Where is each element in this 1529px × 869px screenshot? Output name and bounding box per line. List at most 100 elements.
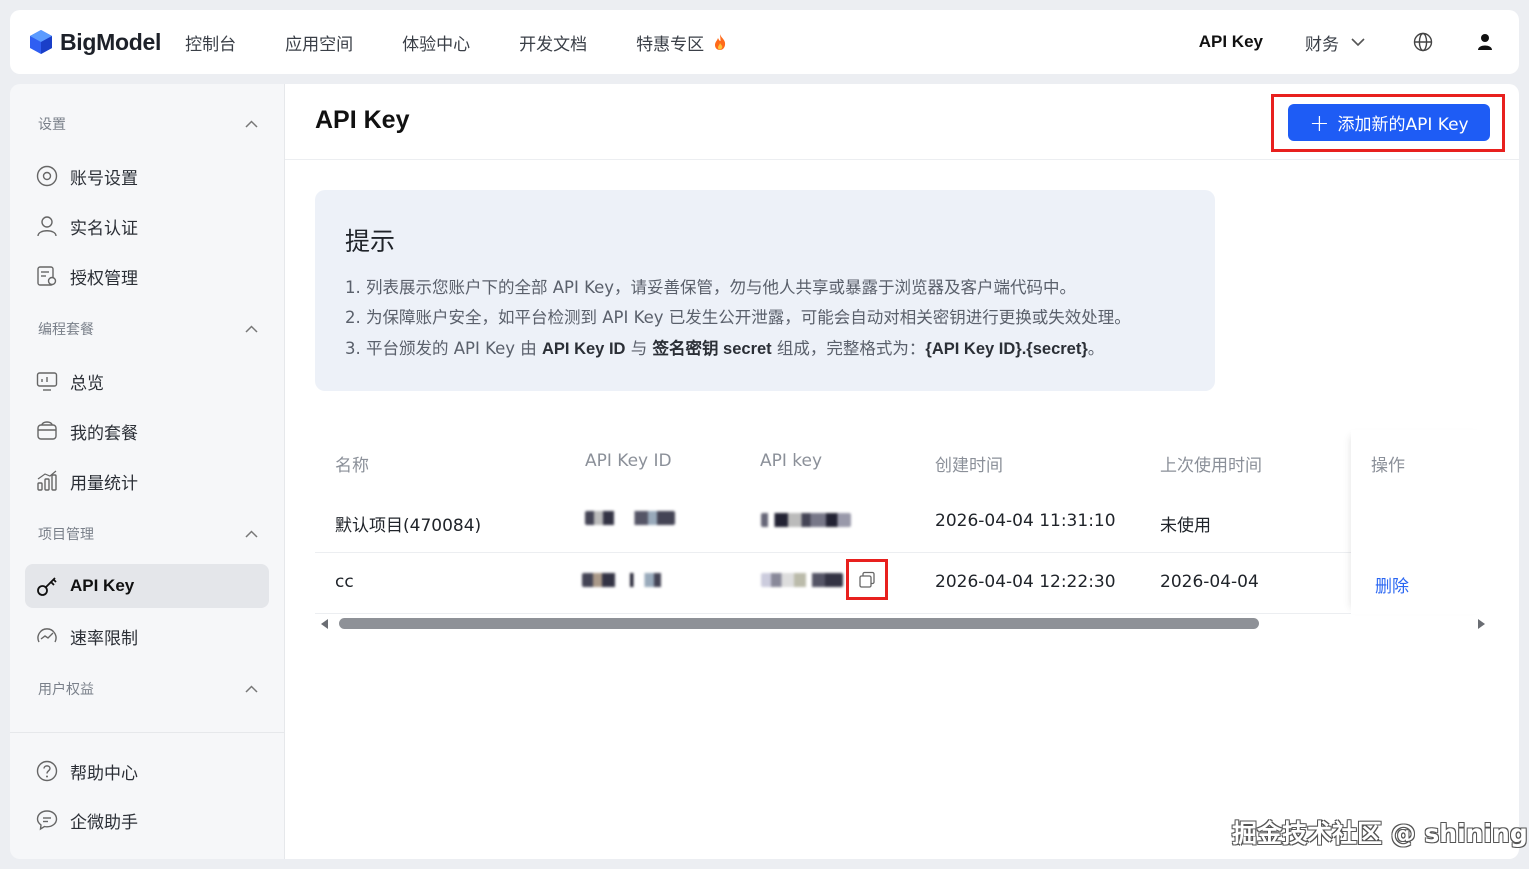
chevron-up-icon	[245, 530, 258, 538]
brand-name: BigModel	[60, 28, 162, 55]
nav-finance-label: 财务	[1305, 34, 1339, 55]
column-header-last-used: 上次使用时间	[1160, 456, 1262, 476]
sidebar-item-label: 我的套餐	[70, 423, 138, 444]
sidebar-item-label: 企微助手	[70, 812, 138, 833]
key-icon	[36, 575, 58, 597]
tip-panel: 提示 1. 列表展示您账户下的全部 API Key，请妥善保管，勿与他人共享或暴…	[315, 190, 1215, 391]
tip-text: 组成，完整格式为：	[771, 339, 926, 358]
row-name: 默认项目(470084)	[335, 516, 482, 536]
row-created-time: 2026-04-04 11:31:10	[935, 511, 1116, 531]
column-header-api-key: API key	[760, 451, 823, 471]
watermark: 掘金技术社区 @ shining	[1232, 819, 1528, 848]
nav-special-offers-label: 特惠专区	[636, 34, 705, 55]
nav-app-space[interactable]: 应用空间	[285, 30, 353, 55]
chat-icon	[36, 809, 58, 831]
column-header-created-time: 创建时间	[935, 456, 1003, 476]
settings-icon	[36, 165, 58, 187]
row-last-used: 2026-04-04	[1160, 572, 1259, 592]
bigmodel-logo-icon	[30, 30, 52, 54]
sidebar-section-title: 用户权益	[38, 682, 94, 698]
sidebar-item-usage-stats[interactable]: 用量统计	[25, 459, 269, 503]
sidebar: 设置 账号设置 实名认证 授权管理 编程套餐 总览 我的套餐 用量统计 项目管理…	[10, 84, 285, 859]
sidebar-divider	[10, 732, 284, 733]
chevron-down-icon	[1351, 37, 1365, 46]
nav-api-key[interactable]: API Key	[1199, 32, 1263, 52]
document-icon	[36, 265, 58, 287]
sidebar-item-label: 速率限制	[70, 628, 138, 649]
sidebar-item-label: 总览	[70, 373, 104, 394]
add-api-key-label: 添加新的API Key	[1337, 115, 1469, 135]
nav-dev-docs[interactable]: 开发文档	[519, 30, 587, 55]
sidebar-item-my-plan[interactable]: 我的套餐	[25, 409, 269, 453]
tip-bold: secret	[718, 340, 772, 358]
row-created-time: 2026-04-04 12:22:30	[935, 572, 1116, 592]
sidebar-section-title: 项目管理	[38, 527, 94, 543]
tip-text: 3. 平台颁发的 API Key 由	[345, 339, 542, 358]
sidebar-item-label: 实名认证	[70, 218, 138, 239]
sidebar-section-user-benefits[interactable]: 用户权益	[38, 679, 258, 699]
chevron-up-icon	[245, 325, 258, 333]
sidebar-item-account-settings[interactable]: 账号设置	[25, 154, 269, 198]
copy-button[interactable]	[846, 559, 888, 600]
main-panel: API Key + 添加新的API Key 提示 1. 列表展示您账户下的全部 …	[285, 84, 1519, 859]
horizontal-scrollbar[interactable]	[319, 618, 1489, 630]
tip-line-3: 3. 平台颁发的 API Key 由 API Key ID 与 签名密钥 sec…	[345, 335, 1104, 359]
sidebar-section-settings[interactable]: 设置	[38, 114, 258, 134]
nav-experience-center[interactable]: 体验中心	[402, 30, 470, 55]
nav-console[interactable]: 控制台	[185, 30, 236, 55]
globe-icon[interactable]	[1413, 32, 1433, 52]
monitor-icon	[36, 370, 58, 392]
chevron-up-icon	[245, 120, 258, 128]
tip-bold: .{secret}	[1021, 340, 1088, 358]
sidebar-item-authorization[interactable]: 授权管理	[25, 254, 269, 298]
sidebar-section-coding-plan[interactable]: 编程套餐	[38, 319, 258, 339]
column-header-actions: 操作	[1371, 456, 1405, 476]
scroll-left-arrow-icon[interactable]	[321, 619, 328, 629]
sidebar-item-api-key[interactable]: API Key	[25, 564, 269, 608]
package-icon	[36, 420, 58, 442]
tip-bold: {API Key ID}	[925, 340, 1022, 358]
row-last-used: 未使用	[1160, 516, 1211, 536]
sidebar-section-project-mgmt[interactable]: 项目管理	[38, 524, 258, 544]
sidebar-item-rate-limit[interactable]: 速率限制	[25, 614, 269, 658]
scroll-right-arrow-icon[interactable]	[1478, 619, 1485, 629]
delete-link[interactable]: 删除	[1375, 572, 1409, 597]
tip-line-1: 1. 列表展示您账户下的全部 API Key，请妥善保管，勿与他人共享或暴露于浏…	[345, 278, 1076, 297]
add-api-key-button[interactable]: + 添加新的API Key	[1288, 104, 1490, 141]
tip-line-2: 2. 为保障账户安全，如平台检测到 API Key 已发生公开泄露，可能会自动对…	[345, 308, 1131, 327]
sidebar-section-title: 编程套餐	[38, 322, 94, 338]
row-name: cc	[335, 572, 354, 592]
sidebar-section-title: 设置	[38, 117, 66, 133]
action-column: 操作 删除	[1351, 430, 1489, 614]
column-header-name: 名称	[335, 456, 369, 476]
tip-bold: 签名密钥	[652, 340, 719, 358]
fire-icon	[715, 34, 726, 50]
nav-finance-dropdown[interactable]: 财务	[1305, 30, 1365, 55]
chevron-up-icon	[245, 685, 258, 693]
sidebar-item-overview[interactable]: 总览	[25, 359, 269, 403]
masked-api-key	[761, 513, 851, 527]
row-divider	[315, 552, 1489, 553]
sidebar-item-label: 帮助中心	[70, 763, 138, 784]
sidebar-item-help-center[interactable]: 帮助中心	[25, 749, 269, 793]
nav-special-offers[interactable]: 特惠专区	[636, 30, 728, 55]
plus-icon: +	[1309, 108, 1330, 137]
speed-icon	[36, 625, 58, 647]
sidebar-item-wecom-assistant[interactable]: 企微助手	[25, 798, 269, 842]
tip-text: 。	[1087, 339, 1105, 358]
tip-bold: API Key ID	[542, 340, 626, 358]
sidebar-item-label: 用量统计	[70, 473, 138, 494]
brand-logo[interactable]: BigModel	[28, 29, 161, 56]
sidebar-item-verification[interactable]: 实名认证	[25, 204, 269, 248]
copy-icon	[859, 571, 875, 588]
header-divider	[285, 159, 1519, 160]
bar-chart-icon	[36, 470, 58, 492]
masked-api-key-id	[585, 511, 675, 525]
tip-text: 与	[625, 339, 653, 358]
masked-api-key-id	[582, 573, 674, 587]
scrollbar-thumb[interactable]	[339, 618, 1259, 629]
top-navbar: BigModel 控制台 应用空间 体验中心 开发文档 特惠专区 API Key…	[10, 10, 1519, 74]
masked-api-key	[761, 573, 843, 587]
user-avatar-icon[interactable]	[1477, 33, 1493, 51]
row-divider	[315, 613, 1489, 614]
